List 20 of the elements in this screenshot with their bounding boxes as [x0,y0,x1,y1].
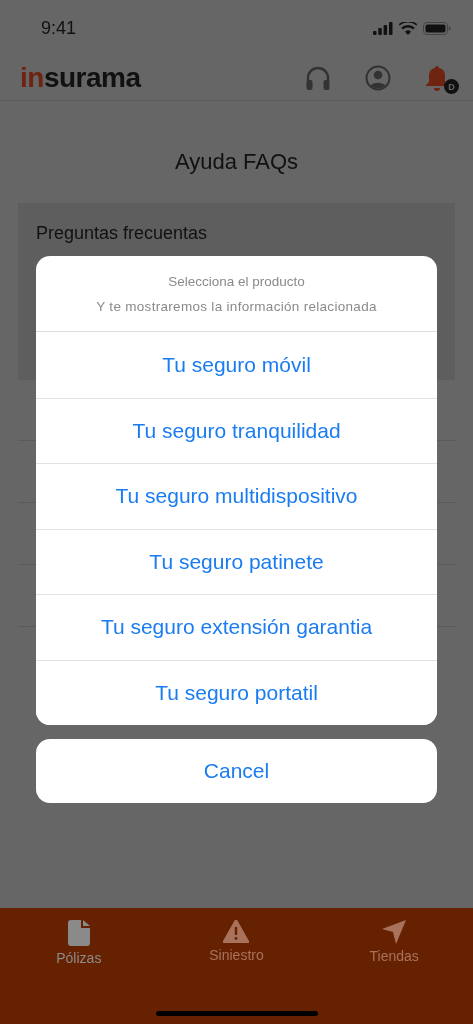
headphones-icon[interactable] [305,65,331,91]
notification-badge: D [444,79,459,94]
sheet-title: Selecciona el producto [168,273,305,289]
tab[interactable]: Siniestro [181,920,292,966]
page-title: Ayuda FAQs [173,149,300,175]
tab[interactable]: Tiendas [339,920,450,966]
navigation-arrow-icon [382,920,407,944]
warning-icon [223,920,250,943]
status-time: 9:41 [41,17,77,39]
document-icon [67,920,90,946]
card-title: Preguntas frecuentas [36,223,209,244]
signal-icon [373,21,393,35]
brand-logo: insurama [20,62,141,94]
tab[interactable]: Pólizas [23,920,134,966]
option-button[interactable]: Tu seguro portatil [36,659,437,725]
sheet-message: Y te mostraremos la información relacionada [96,298,377,314]
battery-icon [423,21,451,35]
wifi-icon [399,21,417,35]
profile-icon[interactable] [365,65,391,91]
cancel-button[interactable]: Cancel [36,739,437,803]
